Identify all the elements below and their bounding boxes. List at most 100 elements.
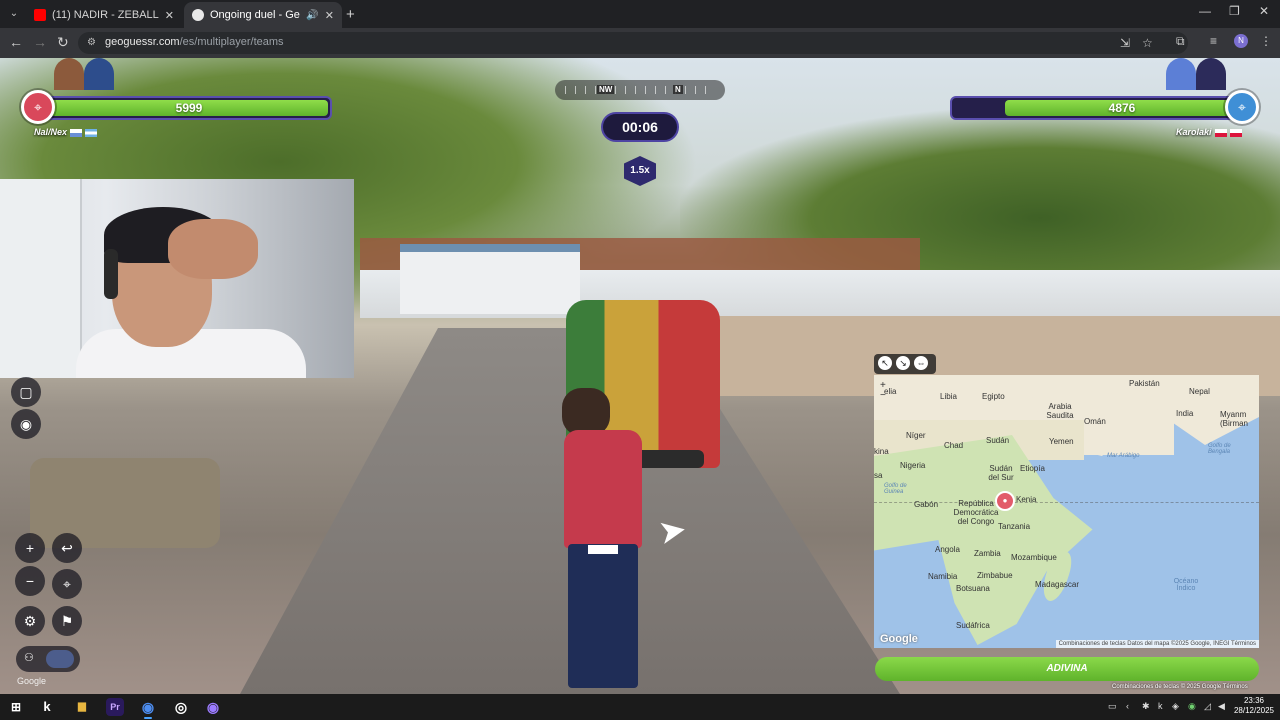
zoom-out-icon[interactable]: −: [15, 566, 45, 596]
tab-close-icon[interactable]: ✕: [325, 9, 334, 22]
bookmark-star-icon[interactable]: ☆: [1142, 36, 1153, 50]
poland-flag-icon-2: [1229, 128, 1242, 137]
map-sea-label: Mar Arábigo: [1107, 453, 1140, 459]
url-text[interactable]: geoguessr.com/es/multiplayer/teams: [105, 36, 284, 48]
kick-app-icon[interactable]: k: [38, 698, 56, 716]
tray-network-icon[interactable]: ◿: [1204, 701, 1211, 712]
webcam-headset: [104, 249, 118, 299]
settings-gear-icon[interactable]: ⚙: [15, 606, 45, 636]
scene-house: [400, 244, 580, 314]
reload-icon[interactable]: ↻: [57, 34, 69, 51]
zoom-in-icon[interactable]: +: [15, 533, 45, 563]
tab-title: (11) NADIR - ZEBALLOS/PRODU: [52, 9, 159, 21]
team-left-avatar-2: [84, 58, 114, 90]
minimize-icon[interactable]: —: [1199, 4, 1211, 18]
extensions-icon[interactable]: ⧉: [1176, 34, 1185, 49]
tray-nvidia-icon[interactable]: ◉: [1188, 701, 1196, 712]
map-ocean-label: Océano Índico: [1173, 578, 1199, 592]
geoguessr-favicon-icon: [192, 9, 204, 21]
profile-avatar[interactable]: N: [1234, 34, 1248, 48]
map-label: Sudán del Sur: [988, 464, 1014, 482]
url-domain: geoguessr.com: [105, 36, 180, 48]
map-label: Egipto: [982, 392, 1005, 401]
team-right-name: Karolaki: [1176, 127, 1242, 137]
compass-strip: NW N: [555, 80, 725, 100]
map-sea-label: Golfo de Guinea: [884, 483, 907, 495]
streamer-webcam: [0, 179, 354, 378]
install-app-icon[interactable]: ⇲: [1120, 36, 1130, 50]
map-label: Yemen: [1049, 437, 1074, 446]
map-label: Nigeria: [900, 461, 926, 470]
audio-playing-icon[interactable]: 🔊: [306, 10, 318, 21]
site-info-icon[interactable]: ⚙: [87, 37, 96, 48]
tray-kick-icon[interactable]: k: [1158, 701, 1163, 711]
chrome-active-indicator: [144, 717, 152, 719]
chat-icon[interactable]: ▢: [11, 377, 41, 407]
footer-attribution[interactable]: Combinaciones de teclas © 2025 Google Té…: [1112, 684, 1248, 690]
map-shrink-icon[interactable]: ↘: [896, 356, 910, 370]
compass-label-nw: NW: [597, 85, 615, 94]
url-omnibox[interactable]: ⚙ geoguessr.com/es/multiplayer/teams ⇲ ☆: [78, 32, 1188, 54]
media-queue-icon[interactable]: ≡: [1210, 34, 1217, 48]
back-arrow-icon[interactable]: ←: [9, 34, 23, 50]
team-right-health-bar: 4876: [950, 96, 1234, 120]
uruguay-flag-icon: [70, 128, 83, 137]
guess-map[interactable]: elia Libia Egipto Pakistán Nepal Arabia …: [874, 375, 1259, 648]
clock-date: 28/12/2025: [1233, 706, 1275, 715]
emote-icon[interactable]: ◉: [11, 409, 41, 439]
premiere-pro-icon[interactable]: Pr: [106, 698, 124, 716]
map-label: sa: [874, 471, 883, 480]
tab-search-chevron-icon[interactable]: ⌄: [6, 6, 22, 22]
move-back-arrow-icon[interactable]: ▬: [588, 528, 618, 562]
team-guess-pin-marker[interactable]: ●: [995, 491, 1015, 511]
start-icon[interactable]: ⊞: [7, 698, 25, 716]
map-attribution[interactable]: Combinaciones de teclas Datos del mapa ©…: [1055, 640, 1259, 648]
tab-youtube[interactable]: (11) NADIR - ZEBALLOS/PRODU ✕: [26, 2, 182, 28]
address-toolbar: ← → ↻ ⚙ geoguessr.com/es/multiplayer/tea…: [0, 28, 1280, 58]
map-label: Namibia: [928, 572, 958, 581]
tray-discord-icon[interactable]: ◈: [1172, 701, 1179, 712]
round-timer: 00:06: [601, 112, 679, 142]
map-label: Zimbabue: [977, 571, 1013, 580]
argentina-flag-icon: [85, 128, 98, 137]
tab-geoguessr[interactable]: Ongoing duel - GeoGuessr 🔊 ✕: [184, 2, 342, 28]
return-to-start-icon[interactable]: ⌖: [52, 569, 82, 599]
map-label: Gabón: [914, 500, 939, 509]
guess-button[interactable]: ADIVINA: [875, 657, 1259, 681]
team-icon: ⚇: [24, 652, 34, 664]
tray-bluetooth-icon[interactable]: ✱: [1142, 701, 1150, 712]
obs-icon[interactable]: ◎: [172, 698, 190, 716]
map-pin-toggle-icon[interactable]: ⇔: [914, 356, 928, 370]
poland-flag-icon: [1214, 128, 1227, 137]
chrome-icon[interactable]: ◉: [139, 698, 157, 716]
map-label: Sudáfrica: [956, 621, 990, 630]
team-right-health-value: 4876: [1108, 101, 1136, 115]
file-explorer-icon[interactable]: ▆: [73, 698, 91, 716]
new-tab-button[interactable]: +: [346, 6, 355, 23]
more-menu-icon[interactable]: ⋮: [1260, 34, 1272, 48]
compass-ticks: [565, 86, 715, 94]
chrome-profile-icon[interactable]: ◉: [204, 698, 222, 716]
map-expand-icon[interactable]: ↖: [878, 356, 892, 370]
map-zoom-control[interactable]: + −: [880, 381, 886, 401]
undo-move-icon[interactable]: ↩: [52, 533, 82, 563]
team-members-toggle[interactable]: ⚇: [16, 646, 80, 672]
tray-display-icon[interactable]: ▭: [1108, 701, 1117, 712]
map-label: Kenia: [1016, 495, 1037, 504]
flag-report-icon[interactable]: ⚑: [52, 606, 82, 636]
close-window-icon[interactable]: ✕: [1259, 4, 1269, 18]
system-clock[interactable]: 23:36 28/12/2025: [1232, 696, 1276, 716]
team-right-avatar-1: [1166, 58, 1196, 90]
url-path: /es/multiplayer/teams: [179, 36, 284, 48]
webcam-background-door: [0, 179, 82, 378]
restore-icon[interactable]: ❐: [1229, 4, 1240, 18]
tab-close-icon[interactable]: ✕: [165, 9, 174, 22]
team-left-name: Nal/Nex: [34, 127, 98, 137]
map-label: Omán: [1084, 417, 1106, 426]
tray-volume-icon[interactable]: ◀: [1218, 701, 1225, 712]
tray-chevron-icon[interactable]: ‹: [1126, 701, 1129, 711]
map-label: Pakistán: [1129, 379, 1160, 388]
forward-arrow-icon[interactable]: →: [33, 34, 47, 50]
clock-time: 23:36: [1243, 696, 1265, 705]
map-label: Arabia Saudita: [1046, 402, 1074, 420]
